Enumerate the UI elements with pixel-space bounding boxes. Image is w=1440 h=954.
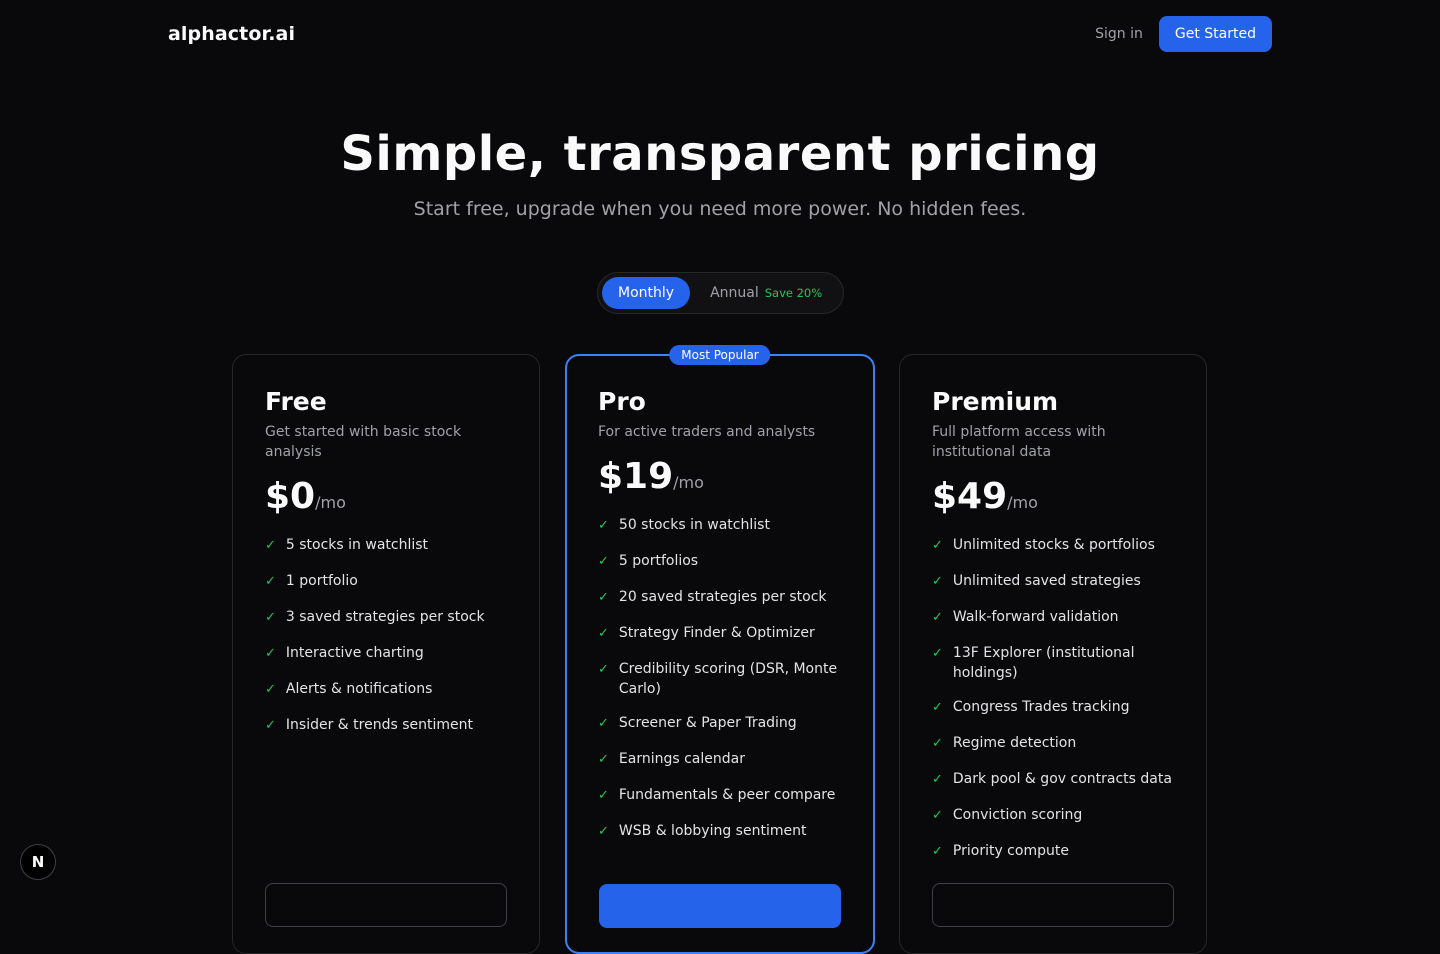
billing-monthly-option[interactable]: Monthly bbox=[602, 277, 691, 309]
check-icon: ✓ bbox=[598, 752, 609, 767]
feature-item: ✓ 5 portfolios bbox=[598, 551, 842, 573]
sign-in-link[interactable]: Sign in bbox=[1095, 26, 1143, 42]
billing-annual-label: Annual bbox=[710, 285, 759, 301]
check-icon: ✓ bbox=[598, 518, 609, 533]
billing-toggle: Monthly Annual Save 20% bbox=[597, 272, 844, 314]
page-title: Simple, transparent pricing bbox=[340, 126, 1100, 182]
get-started-button[interactable]: Get Started bbox=[1158, 16, 1272, 52]
plan-premium-button[interactable] bbox=[932, 883, 1174, 927]
feature-item: ✓ Dark pool & gov contracts data bbox=[932, 769, 1174, 791]
check-icon: ✓ bbox=[598, 662, 609, 677]
feature-item: ✓ Priority compute bbox=[932, 841, 1174, 863]
check-icon: ✓ bbox=[265, 718, 276, 733]
plan-description: Get started with basic stock analysis bbox=[265, 424, 462, 460]
feature-item: ✓ 20 saved strategies per stock bbox=[598, 587, 842, 609]
feature-item: ✓ Earnings calendar bbox=[598, 749, 842, 771]
plan-card-free: Free Get started with basic stock analys… bbox=[232, 354, 540, 954]
check-icon: ✓ bbox=[598, 626, 609, 641]
check-icon: ✓ bbox=[598, 788, 609, 803]
feature-item: ✓ 13F Explorer (institutional holdings) bbox=[932, 645, 1135, 681]
feature-item: ✓ Unlimited stocks & portfolios bbox=[932, 535, 1174, 557]
dev-tools-badge[interactable]: N bbox=[20, 844, 56, 880]
plan-free-button[interactable] bbox=[265, 883, 507, 927]
logo[interactable]: alphactor.ai bbox=[168, 23, 295, 45]
feature-list: ✓ Unlimited stocks & portfolios ✓ Unlimite… bbox=[932, 535, 1174, 863]
check-icon: ✓ bbox=[265, 610, 276, 625]
feature-item: ✓ Regime detection bbox=[932, 733, 1174, 755]
feature-item: ✓ Walk-forward validation bbox=[932, 607, 1174, 629]
plan-card-premium: Premium Full platform access with instit… bbox=[899, 354, 1207, 954]
plan-period: /mo bbox=[315, 493, 346, 512]
feature-item: ✓ Alerts & notifications bbox=[265, 679, 507, 701]
plan-price-row: $19 /mo bbox=[598, 456, 842, 497]
save-badge: Save 20% bbox=[764, 286, 823, 300]
plan-price-row: $0 /mo bbox=[265, 476, 507, 517]
plan-name: Free bbox=[265, 387, 327, 416]
check-icon: ✓ bbox=[932, 772, 943, 787]
feature-item: ✓ 1 portfolio bbox=[265, 571, 507, 593]
nav-actions: Sign in Get Started bbox=[1095, 16, 1272, 52]
plan-name: Pro bbox=[598, 387, 646, 416]
feature-item: ✓ Congress Trades tracking bbox=[932, 697, 1174, 719]
plan-period: /mo bbox=[1007, 493, 1038, 512]
feature-list: ✓ 50 stocks in watchlist ✓ 5 portfolios ✓ 2… bbox=[598, 515, 842, 843]
feature-item: ✓ Interactive charting bbox=[265, 643, 507, 665]
check-icon: ✓ bbox=[932, 610, 943, 625]
feature-item: ✓ WSB & lobbying sentiment bbox=[598, 821, 842, 843]
check-icon: ✓ bbox=[932, 736, 943, 751]
feature-item: ✓ Insider & trends sentiment bbox=[265, 715, 507, 737]
plan-price-row: $49 /mo bbox=[932, 476, 1174, 517]
check-icon: ✓ bbox=[265, 574, 276, 589]
check-icon: ✓ bbox=[265, 646, 276, 661]
plan-description: For active traders and analysts bbox=[598, 424, 816, 440]
plan-price: $49 bbox=[932, 476, 1008, 517]
feature-item: ✓ 50 stocks in watchlist bbox=[598, 515, 842, 537]
plan-card-pro: Most Popular Pro For active traders and … bbox=[565, 345, 875, 954]
feature-item: ✓ Conviction scoring bbox=[932, 805, 1174, 827]
feature-item: ✓ 3 saved strategies per stock bbox=[265, 607, 507, 629]
most-popular-badge: Most Popular bbox=[669, 345, 771, 365]
check-icon: ✓ bbox=[265, 538, 276, 553]
billing-annual-option[interactable]: Annual Save 20% bbox=[690, 285, 822, 301]
feature-item: ✓ Credibility scoring (DSR, Monte Carlo) bbox=[598, 661, 838, 697]
feature-item: ✓ Unlimited saved strategies bbox=[932, 571, 1174, 593]
check-icon: ✓ bbox=[932, 700, 943, 715]
page-subtitle: Start free, upgrade when you need more p… bbox=[413, 198, 1027, 220]
plan-pro-button[interactable] bbox=[599, 884, 841, 928]
check-icon: ✓ bbox=[932, 808, 943, 823]
plan-name: Premium bbox=[932, 387, 1059, 416]
plan-description: Full platform access with institutional … bbox=[932, 424, 1106, 460]
check-icon: ✓ bbox=[598, 590, 609, 605]
plan-price: $0 bbox=[265, 476, 316, 517]
feature-item: ✓ 5 stocks in watchlist bbox=[265, 535, 507, 557]
check-icon: ✓ bbox=[598, 716, 609, 731]
plan-period: /mo bbox=[673, 473, 704, 492]
feature-list: ✓ 5 stocks in watchlist ✓ 1 portfolio ✓ 3 s… bbox=[265, 535, 507, 737]
check-icon: ✓ bbox=[932, 574, 943, 589]
check-icon: ✓ bbox=[598, 554, 609, 569]
check-icon: ✓ bbox=[932, 844, 943, 859]
check-icon: ✓ bbox=[932, 646, 943, 661]
feature-item: ✓ Strategy Finder & Optimizer bbox=[598, 623, 842, 645]
feature-item: ✓ Fundamentals & peer compare bbox=[598, 785, 842, 807]
check-icon: ✓ bbox=[598, 824, 609, 839]
check-icon: ✓ bbox=[932, 538, 943, 553]
feature-item: ✓ Screener & Paper Trading bbox=[598, 713, 842, 735]
top-nav: alphactor.ai Sign in Get Started bbox=[168, 16, 1272, 52]
check-icon: ✓ bbox=[265, 682, 276, 697]
plan-price: $19 bbox=[598, 456, 674, 497]
